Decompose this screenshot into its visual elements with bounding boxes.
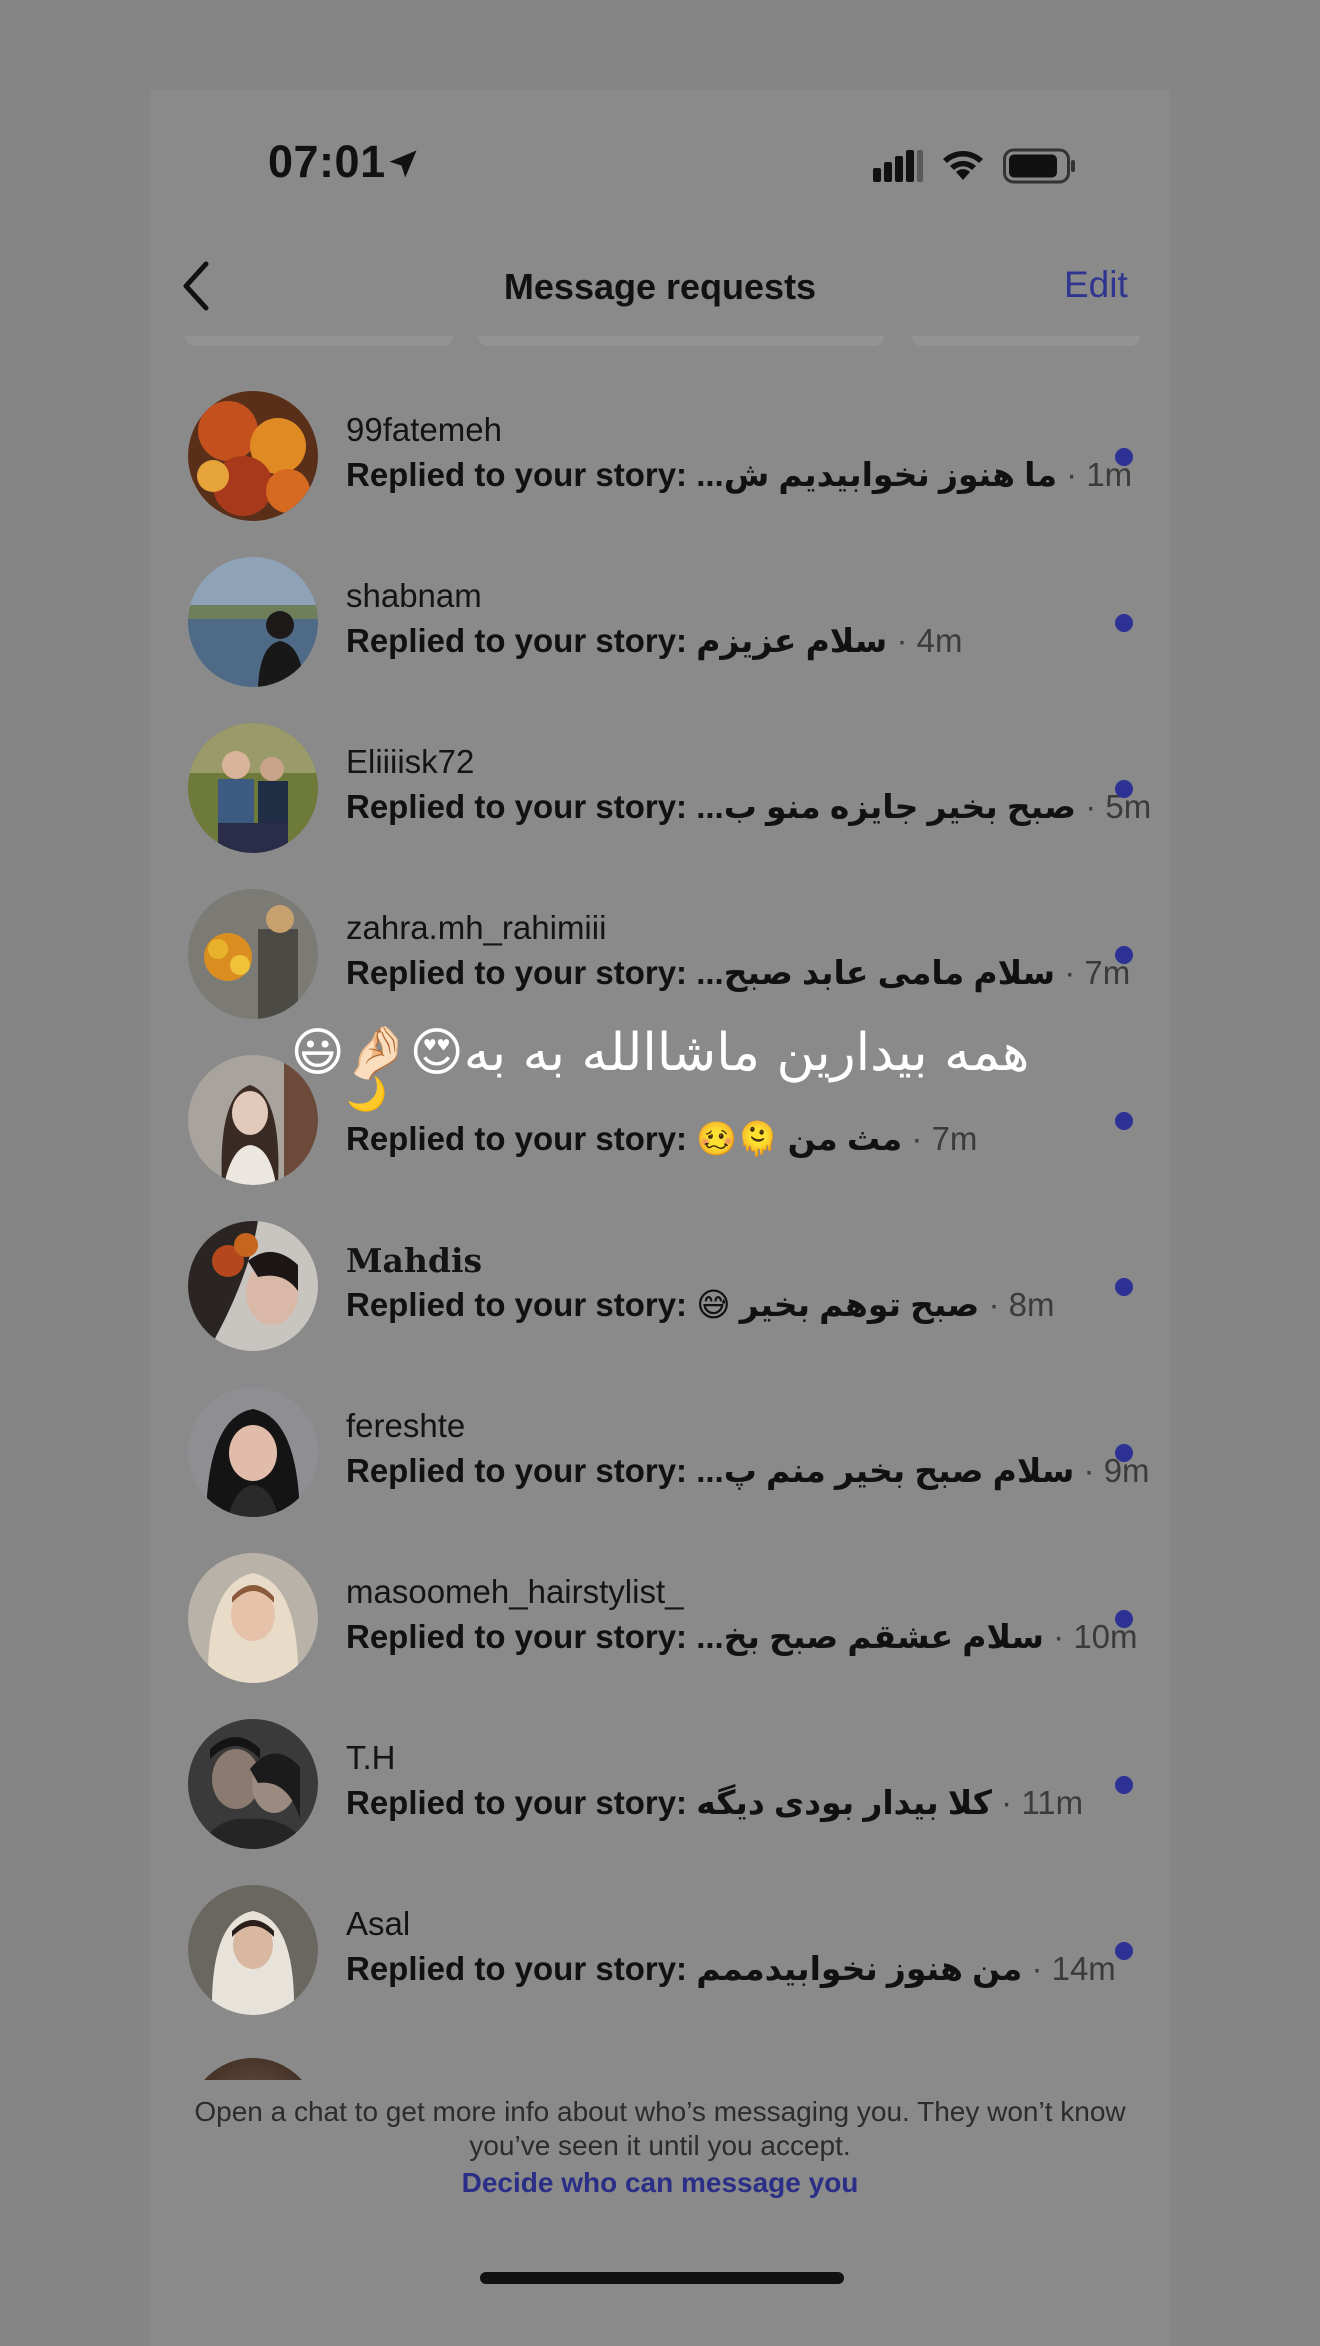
filter-tabs-strip <box>0 336 1320 346</box>
request-row[interactable]: masoomeh_hairstylist_ Replied to your st… <box>0 1537 1320 1703</box>
username: fereshte <box>346 1407 466 1444</box>
location-arrow-icon <box>389 150 417 178</box>
message-text: من هنوز نخوابیدممم <box>696 1950 1023 1987</box>
message-text: ما هنوز نخوابیدیم ش... <box>696 456 1057 493</box>
message-preview: Replied to your story: سلام عشقم صبح بخ.… <box>346 1617 1138 1656</box>
message-text: سلام عشقم صبح بخ... <box>696 1618 1044 1655</box>
message-preview: Replied to your story: سلام عزیزم · 4m <box>346 621 962 660</box>
unread-dot <box>1115 1278 1133 1296</box>
avatar <box>188 1885 318 2015</box>
message-controls-link[interactable]: Decide who can message you <box>150 2167 1170 2199</box>
request-row[interactable]: T.H Replied to your story: کلا بیدار بود… <box>0 1703 1320 1869</box>
filter-tab[interactable] <box>478 336 884 346</box>
status-time: 07:01 <box>268 136 386 187</box>
battery-icon <box>1003 148 1075 184</box>
reply-prefix: Replied to your story: <box>346 788 688 825</box>
message-preview: Replied to your story: صبح توهم بخیر 😅 ·… <box>346 1285 1054 1324</box>
edit-button[interactable]: Edit <box>1064 264 1128 306</box>
home-indicator[interactable] <box>480 2272 844 2284</box>
unread-dot <box>1115 1112 1133 1130</box>
reply-prefix: Replied to your story: <box>346 1950 688 1987</box>
username: masoomeh_hairstylist_ <box>346 1573 684 1610</box>
username: Mahdis <box>346 1241 483 1280</box>
message-time: · 4m <box>896 622 963 659</box>
username: T.H <box>346 1739 396 1776</box>
avatar <box>188 1387 318 1517</box>
avatar <box>188 391 318 521</box>
footer-info-text: Open a chat to get more info about who’s… <box>194 2096 1126 2161</box>
message-preview: Replied to your story: سلام مامی عابد صب… <box>346 953 1130 992</box>
wifi-icon <box>943 151 983 180</box>
username: Asal <box>346 1905 411 1942</box>
request-row[interactable]: shabnam Replied to your story: سلام عزیز… <box>0 541 1320 707</box>
reply-prefix: Replied to your story: <box>346 954 688 991</box>
message-preview: Replied to your story: من هنوز نخوابیدمم… <box>346 1949 1116 1988</box>
message-text: صبح بخیر جایزه منو ب... <box>696 788 1077 825</box>
username: zahra.mh_rahimiii <box>346 909 607 946</box>
filter-tab[interactable] <box>185 336 453 346</box>
message-preview: Replied to your story: مث من 🫠🥴 · 7m <box>346 1119 977 1159</box>
reply-prefix: Replied to your story: <box>346 1286 688 1323</box>
message-time: · 14m <box>1031 1950 1116 1987</box>
avatar <box>188 1221 318 1351</box>
unread-dot <box>1115 946 1133 964</box>
username: 99fatemeh <box>346 411 502 448</box>
message-text: مث من 🫠🥴 <box>696 1120 903 1157</box>
unread-dot <box>1115 1942 1133 1960</box>
unread-dot <box>1115 1776 1133 1794</box>
message-text: سلام صبح بخیر منم پ... <box>696 1452 1075 1489</box>
avatar <box>188 723 318 853</box>
avatar <box>188 1719 318 1849</box>
footer: Open a chat to get more info about who’s… <box>150 2095 1170 2199</box>
avatar <box>188 1553 318 1683</box>
reply-prefix: Replied to your story: <box>346 1120 688 1157</box>
avatar <box>188 2058 318 2080</box>
message-preview: Replied to your story: ما هنوز نخوابیدیم… <box>346 455 1132 494</box>
filter-tab[interactable] <box>912 336 1140 346</box>
message-request-list: 99fatemeh Replied to your story: ما هنوز… <box>0 375 1320 2085</box>
request-row[interactable]: Eliiiisk72 Replied to your story: صبح بخ… <box>0 707 1320 873</box>
unread-dot <box>1115 1444 1133 1462</box>
message-preview: Replied to your story: صبح بخیر جایزه من… <box>346 787 1151 826</box>
message-time: · 7m <box>911 1120 978 1157</box>
reply-prefix: Replied to your story: <box>346 456 688 493</box>
unread-dot <box>1115 780 1133 798</box>
message-preview: Replied to your story: کلا بیدار بودی دی… <box>346 1783 1083 1822</box>
request-row[interactable]: fereshte Replied to your story: سلام صبح… <box>0 1371 1320 1537</box>
reply-prefix: Replied to your story: <box>346 622 688 659</box>
message-time: · 11m <box>1001 1784 1084 1821</box>
message-text: صبح توهم بخیر 😅 <box>696 1286 980 1323</box>
username: Eliiiisk72 <box>346 743 475 780</box>
message-preview: Replied to your story: سلام صبح بخیر منم… <box>346 1451 1150 1490</box>
screen: 07:01 Message requests Edit 99fatemeh Re… <box>0 0 1320 2346</box>
avatar <box>188 557 318 687</box>
reply-prefix: Replied to your story: <box>346 1452 688 1489</box>
message-text: سلام مامی عابد صبح... <box>696 954 1056 991</box>
avatar <box>188 889 318 1019</box>
message-text: کلا بیدار بودی دیگه <box>696 1784 992 1821</box>
message-text: سلام عزیزم <box>696 622 888 659</box>
status-bar: 07:01 <box>0 0 1320 187</box>
request-row[interactable]: zahra.mh_rahimiii Replied to your story:… <box>0 873 1320 1039</box>
signal-icon <box>873 150 923 182</box>
request-row[interactable]: Mahdis Replied to your story: صبح توهم ب… <box>0 1205 1320 1371</box>
message-time: · 8m <box>988 1286 1055 1323</box>
reply-prefix: Replied to your story: <box>346 1618 688 1655</box>
story-text-overlay: همه بیدارین ماشاالله به به😍🤌🏻😃 <box>290 1023 1030 1083</box>
request-row[interactable]: Asal Replied to your story: من هنوز نخوا… <box>0 1869 1320 2035</box>
unread-dot <box>1115 1610 1133 1628</box>
request-row[interactable]: 99fatemeh Replied to your story: ما هنوز… <box>0 375 1320 541</box>
reply-prefix: Replied to your story: <box>346 1784 688 1821</box>
unread-dot <box>1115 448 1133 466</box>
unread-dot <box>1115 614 1133 632</box>
username: shabnam <box>346 577 482 614</box>
